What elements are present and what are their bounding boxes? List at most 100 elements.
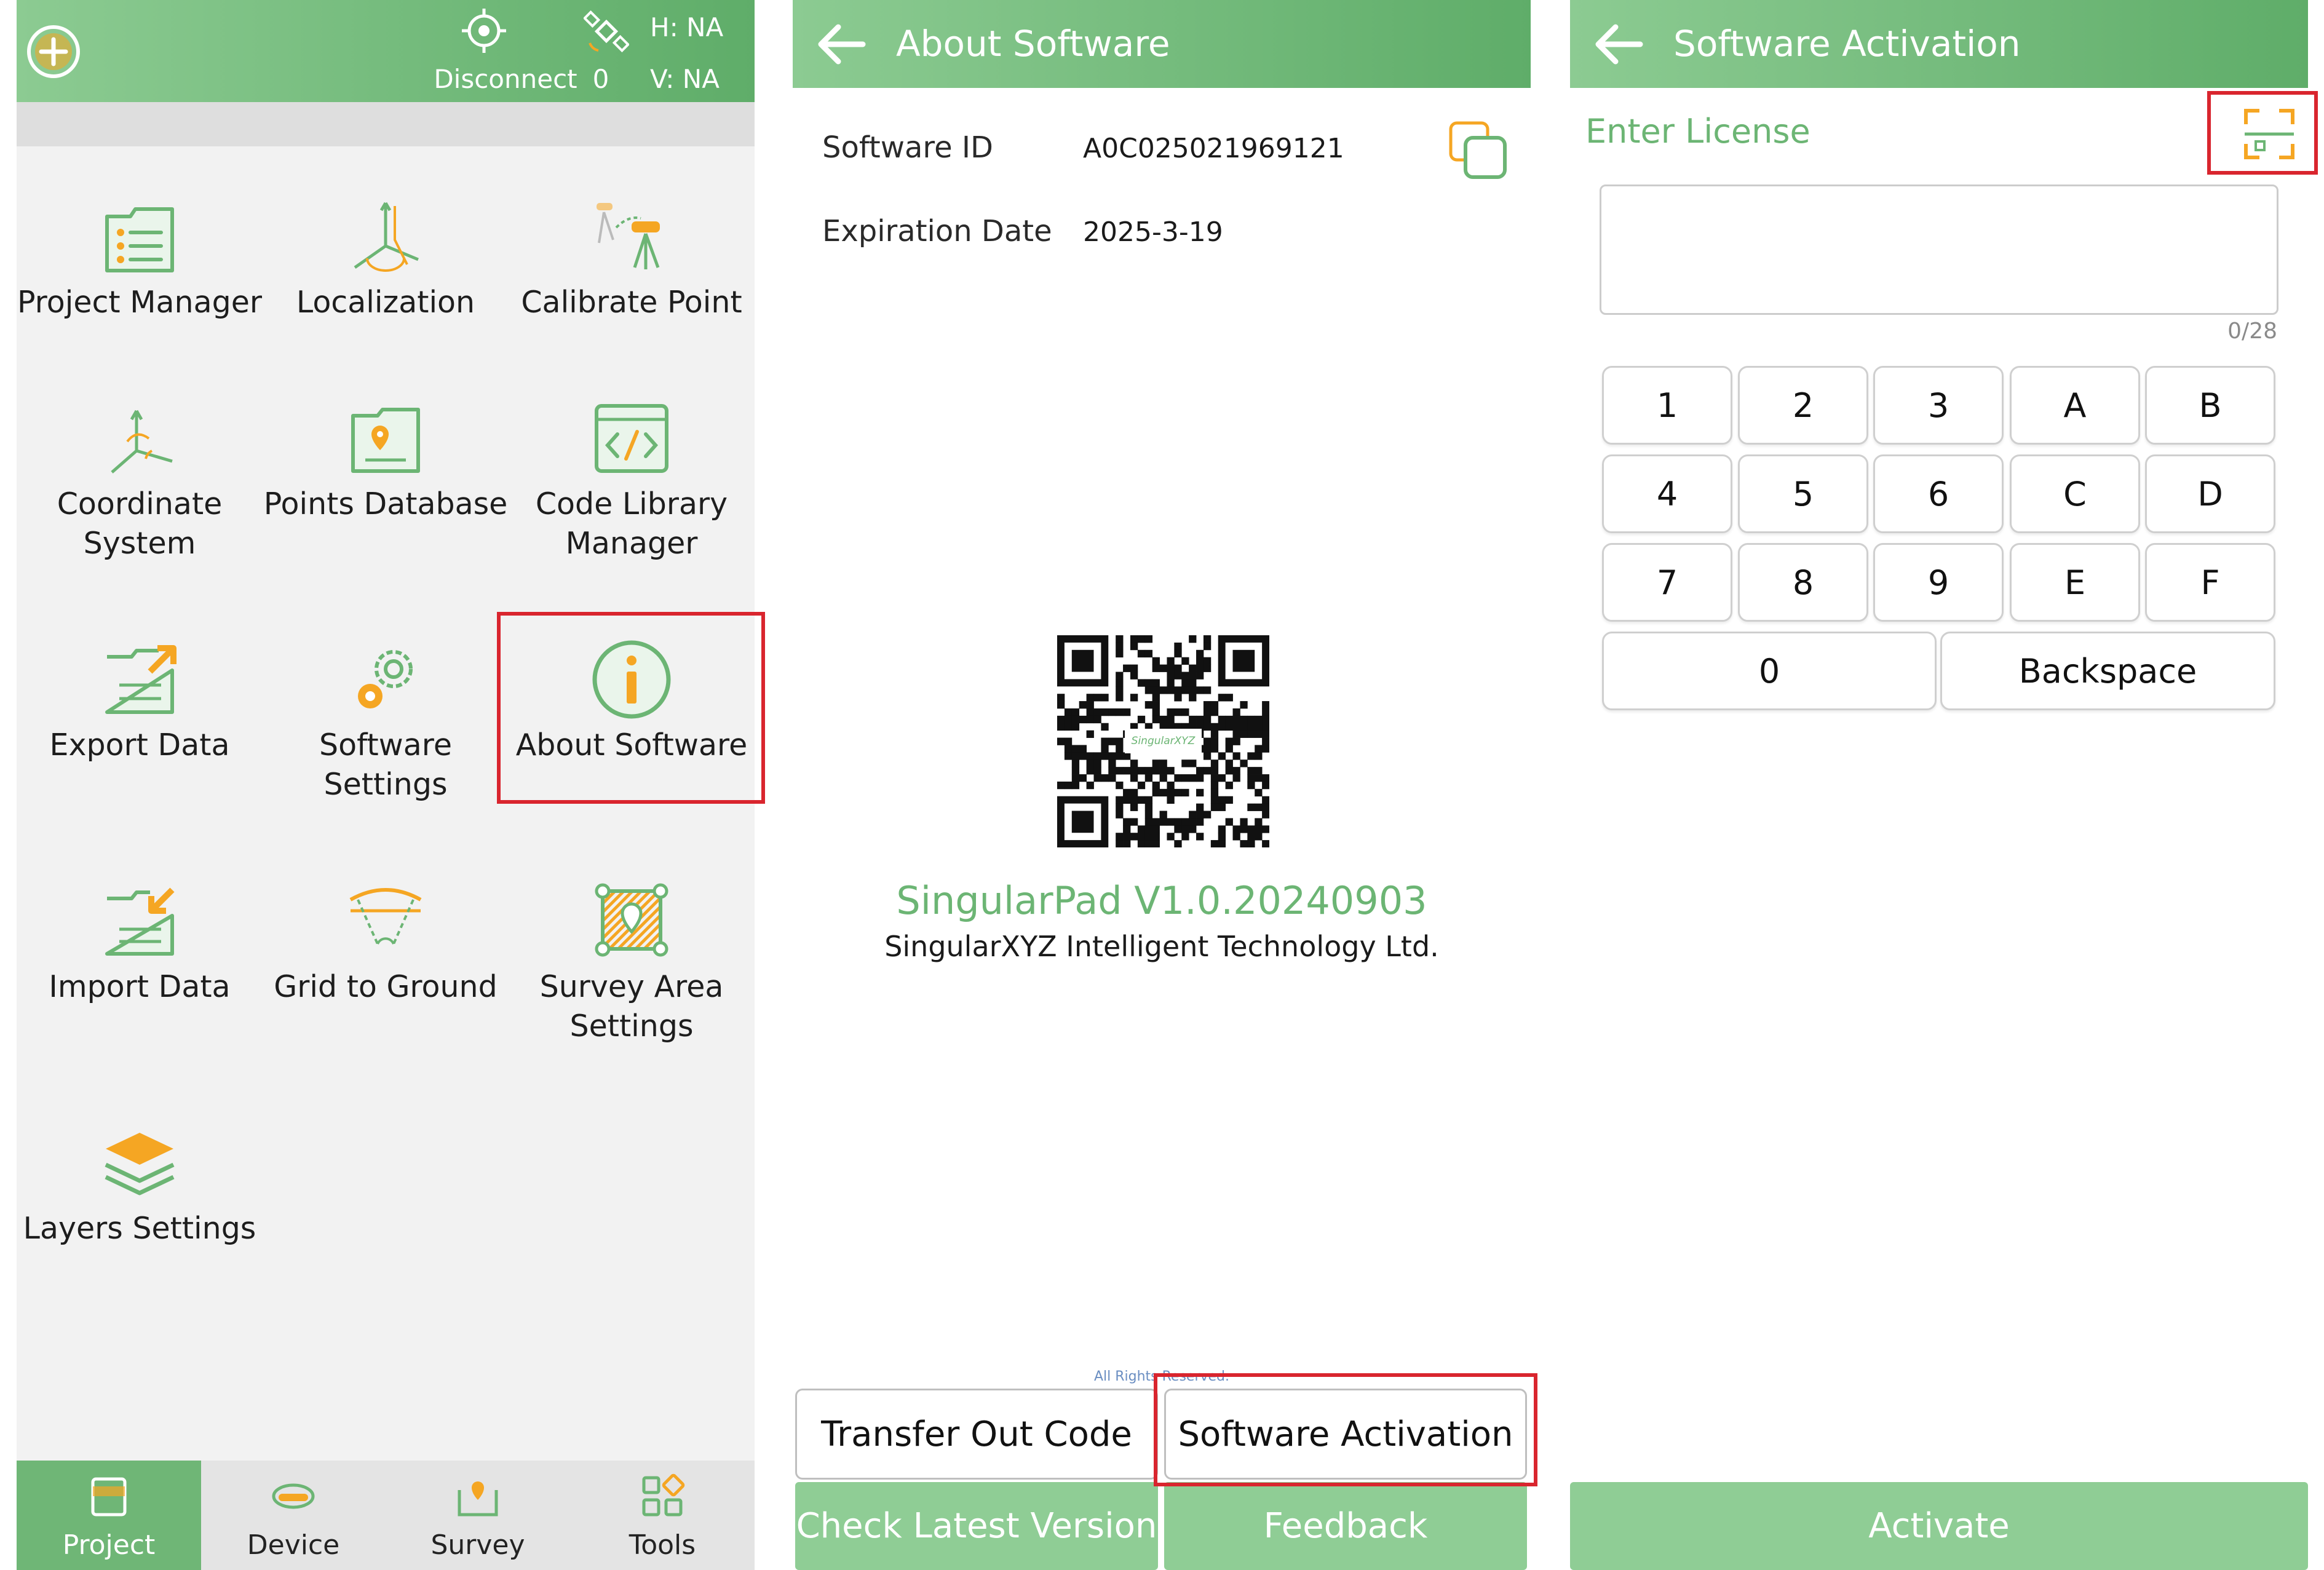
localization-icon	[354, 202, 419, 272]
tile-label: Export Data	[49, 728, 230, 763]
survey-area-icon	[595, 883, 668, 957]
survey-icon	[458, 1481, 498, 1516]
h-precision: H: NA	[650, 12, 724, 42]
copy-icon[interactable]	[1445, 117, 1512, 184]
tile-label: Import Data	[49, 969, 231, 1004]
tile-points-database[interactable]: Points Database	[263, 368, 509, 611]
key-4[interactable]: 4	[1602, 454, 1732, 533]
disconnect-label[interactable]: Disconnect	[422, 64, 589, 94]
calibrate-point-icon	[597, 203, 660, 269]
status-header: Disconnect 0 H: NA V: NA	[17, 0, 755, 102]
key-6[interactable]: 6	[1873, 454, 2004, 533]
expiration-label: Expiration Date	[822, 214, 1052, 248]
bottom-nav: Project Device Survey Tools	[17, 1461, 755, 1570]
tile-layers-settings[interactable]: Layers Settings	[17, 1092, 263, 1335]
char-count: 0/28	[2227, 319, 2277, 344]
key-e[interactable]: E	[2010, 543, 2140, 622]
key-2[interactable]: 2	[1738, 366, 1868, 445]
tile-import-data[interactable]: Import Data	[17, 850, 263, 1093]
tile-about-software[interactable]: About Software	[509, 609, 755, 852]
device-icon	[272, 1483, 315, 1509]
enter-license-label: Enter License	[1585, 112, 1810, 151]
tile-software-settings[interactable]: Software Settings	[263, 609, 509, 852]
key-backspace[interactable]: Backspace	[1940, 632, 2275, 710]
divider-strip	[17, 102, 755, 146]
key-1[interactable]: 1	[1602, 366, 1732, 445]
check-latest-version-button[interactable]: Check Latest Version	[795, 1482, 1158, 1570]
activate-button[interactable]: Activate	[1570, 1482, 2308, 1570]
project-menu-panel: Disconnect 0 H: NA V: NA Project Manager…	[17, 0, 755, 1570]
about-software-panel: About Software Software ID A0C0250219691…	[793, 0, 1531, 1570]
key-a[interactable]: A	[2010, 366, 2140, 445]
tile-label: Grid to Ground	[274, 969, 498, 1004]
key-9[interactable]: 9	[1873, 543, 2004, 622]
key-7[interactable]: 7	[1602, 543, 1732, 622]
scan-icon[interactable]	[2239, 103, 2300, 165]
project-manager-icon	[105, 207, 174, 272]
export-data-icon	[105, 645, 176, 714]
target-icon[interactable]	[459, 6, 509, 55]
satellite-icon	[584, 10, 629, 53]
back-arrow-icon[interactable]	[1587, 14, 1649, 75]
key-f[interactable]: F	[2145, 543, 2275, 622]
tile-label: Calibrate Point	[521, 285, 742, 320]
nav-label: Survey	[430, 1529, 525, 1561]
v-precision: V: NA	[650, 64, 720, 94]
tile-label: Localization	[296, 285, 475, 320]
company-text: SingularXYZ Intelligent Technology Ltd.	[884, 930, 1439, 963]
nav-tools[interactable]: Tools	[570, 1461, 755, 1570]
tile-label: Code Library Manager	[535, 486, 728, 561]
nav-project[interactable]: Project	[17, 1461, 201, 1570]
software-settings-icon	[358, 650, 413, 708]
key-b[interactable]: B	[2145, 366, 2275, 445]
import-data-icon	[105, 887, 175, 956]
software-id-label: Software ID	[822, 130, 993, 165]
project-icon	[91, 1477, 127, 1516]
tile-coordinate-system[interactable]: Coordinate System	[17, 368, 263, 611]
tile-label: Software Settings	[319, 728, 452, 802]
tile-label: Layers Settings	[23, 1211, 256, 1246]
rights-text: All Rights Reserved.	[1093, 1369, 1230, 1384]
tile-export-data[interactable]: Export Data	[17, 609, 263, 852]
page-title: About Software	[896, 23, 1170, 65]
software-id-value: A0C025021969121	[1083, 133, 1344, 164]
activation-header: Software Activation	[1570, 0, 2308, 88]
tile-label: Coordinate System	[57, 486, 223, 561]
qr-code: SingularXYZ	[1057, 635, 1270, 848]
about-software-icon	[592, 640, 671, 719]
tile-survey-area[interactable]: Survey Area Settings	[509, 850, 755, 1093]
satellite-count: 0	[592, 64, 609, 94]
tools-icon	[642, 1473, 685, 1516]
nav-label: Project	[62, 1529, 156, 1561]
key-0[interactable]: 0	[1602, 632, 1937, 710]
add-circle-icon[interactable]	[25, 23, 82, 80]
tile-label: Survey Area Settings	[539, 969, 724, 1044]
qr-logo-text: SingularXYZ	[1125, 729, 1202, 753]
key-8[interactable]: 8	[1738, 543, 1868, 622]
grid-to-ground-icon	[349, 888, 422, 945]
tile-grid-to-ground[interactable]: Grid to Ground	[263, 850, 509, 1093]
nav-label: Device	[247, 1529, 340, 1561]
tile-label: Project Manager	[17, 285, 262, 320]
back-arrow-icon[interactable]	[810, 14, 871, 75]
nav-survey[interactable]: Survey	[386, 1461, 570, 1570]
code-library-icon	[595, 404, 668, 473]
license-input[interactable]	[1600, 184, 2278, 315]
tile-label: About Software	[515, 728, 748, 763]
layers-icon	[105, 1133, 175, 1195]
key-c[interactable]: C	[2010, 454, 2140, 533]
software-activation-button[interactable]: Software Activation	[1164, 1389, 1527, 1480]
nav-label: Tools	[629, 1529, 696, 1561]
key-5[interactable]: 5	[1738, 454, 1868, 533]
expiration-value: 2025-3-19	[1083, 216, 1223, 248]
nav-device[interactable]: Device	[201, 1461, 386, 1570]
transfer-out-code-button[interactable]: Transfer Out Code	[795, 1389, 1158, 1480]
coordinate-system-icon	[111, 410, 173, 474]
key-3[interactable]: 3	[1873, 366, 2004, 445]
page-title: Software Activation	[1673, 23, 2021, 65]
feedback-button[interactable]: Feedback	[1164, 1482, 1527, 1570]
key-d[interactable]: D	[2145, 454, 2275, 533]
about-header: About Software	[793, 0, 1531, 88]
software-activation-panel: Software Activation Enter License 0/28 1…	[1570, 0, 2308, 1570]
tile-code-library[interactable]: Code Library Manager	[509, 368, 755, 611]
